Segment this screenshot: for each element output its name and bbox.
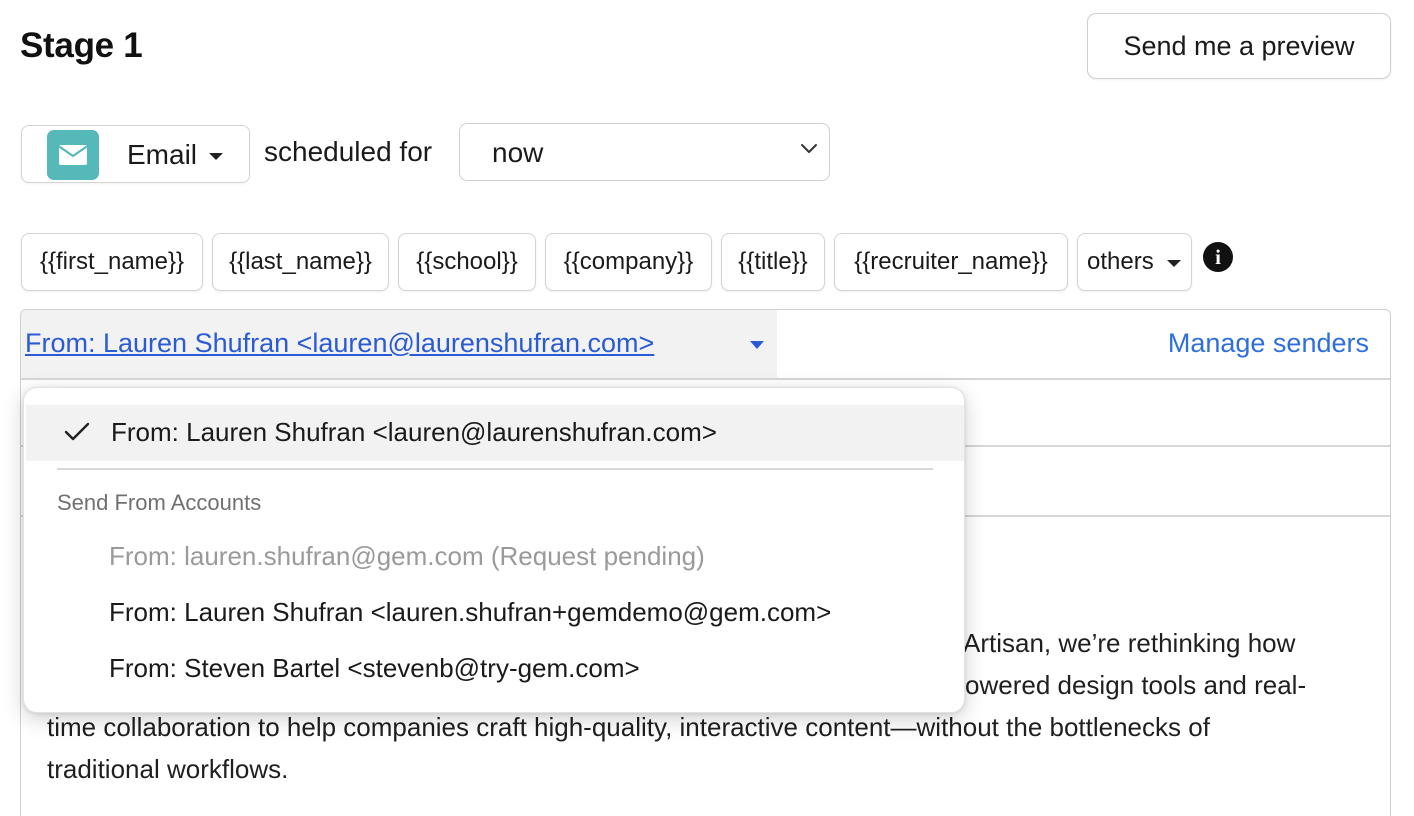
token-first-name[interactable]: {{first_name}}: [21, 233, 203, 291]
dropdown-item-account[interactable]: From: Steven Bartel <stevenb@try-gem.com…: [109, 653, 640, 684]
dropdown-item-account[interactable]: From: Lauren Shufran <lauren.shufran+gem…: [109, 597, 831, 628]
dropdown-item-pending: From: lauren.shufran@gem.com (Request pe…: [109, 541, 705, 571]
others-dropdown[interactable]: others: [1077, 233, 1192, 291]
send-preview-button[interactable]: Send me a preview: [1087, 13, 1391, 79]
sender-dropdown-menu: From: Lauren Shufran <lauren@laurenshufr…: [23, 387, 965, 713]
channel-select[interactable]: Email: [21, 125, 250, 183]
token-last-name[interactable]: {{last_name}}: [212, 233, 389, 291]
from-sender-link[interactable]: From: Lauren Shufran <lauren@laurenshufr…: [25, 328, 654, 359]
scheduled-for-label: scheduled for: [264, 136, 433, 167]
caret-down-icon[interactable]: [750, 341, 764, 349]
mail-icon: [47, 130, 99, 180]
token-company[interactable]: {{company}}: [545, 233, 712, 291]
others-label: others: [1087, 248, 1154, 275]
token-title[interactable]: {{title}}: [721, 233, 825, 291]
token-recruiter-name[interactable]: {{recruiter_name}}: [834, 233, 1068, 291]
dropdown-divider: [57, 468, 933, 470]
info-icon[interactable]: i: [1203, 242, 1233, 272]
schedule-time-select[interactable]: now: [459, 123, 830, 181]
body-line: traditional workflows.: [47, 754, 289, 784]
check-icon: [64, 421, 90, 448]
chevron-down-icon: [799, 142, 819, 161]
manage-senders-link[interactable]: Manage senders: [1168, 328, 1369, 359]
caret-down-icon: [1167, 260, 1181, 267]
from-select[interactable]: From: Lauren Shufran <lauren@laurenshufr…: [21, 310, 777, 378]
dropdown-item-selected[interactable]: From: Lauren Shufran <lauren@laurenshufr…: [26, 405, 964, 461]
dropdown-section-label: Send From Accounts: [57, 490, 262, 515]
dropdown-item-label: From: Lauren Shufran <lauren@laurenshufr…: [111, 417, 717, 447]
schedule-time-value: now: [492, 137, 544, 168]
divider: [21, 378, 1390, 380]
token-school[interactable]: {{school}}: [398, 233, 536, 291]
caret-down-icon: [209, 153, 223, 160]
channel-label: Email: [127, 139, 198, 170]
page-title: Stage 1: [20, 26, 143, 65]
